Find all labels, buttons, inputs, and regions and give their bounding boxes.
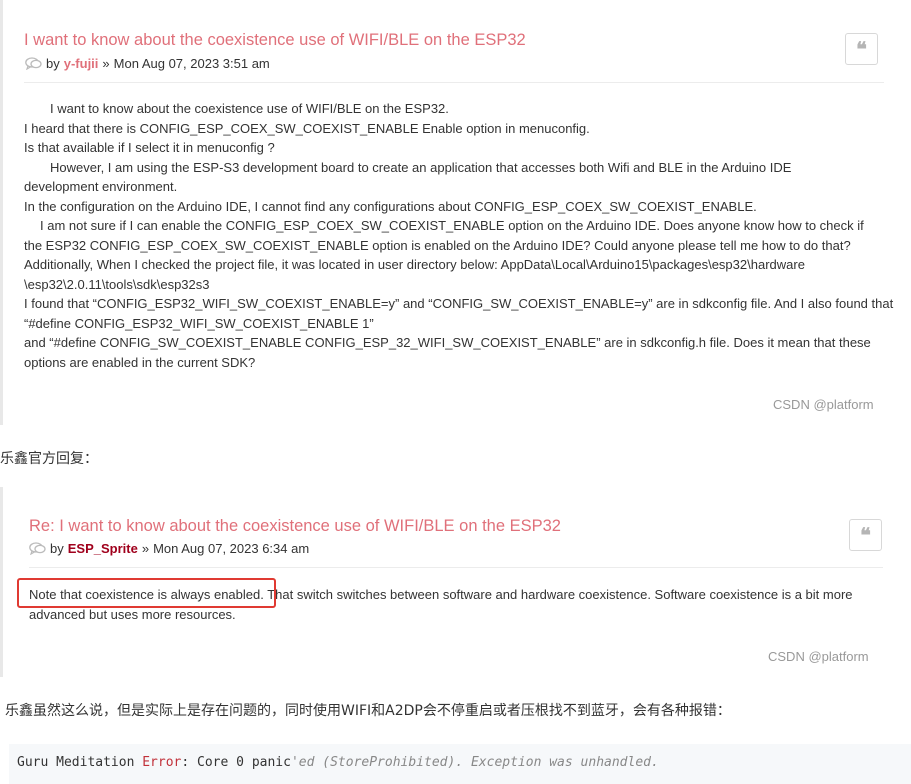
quote-icon: ❝	[860, 523, 871, 547]
author-link[interactable]: y-fujii	[64, 56, 99, 71]
post-meta: by ESP_Sprite » Mon Aug 07, 2023 6:34 am	[29, 541, 309, 556]
body-line: and “#define CONFIG_SW_COEXIST_ENABLE CO…	[24, 335, 871, 350]
body-line: I want to know about the coexistence use…	[50, 101, 449, 116]
post-body: I want to know about the coexistence use…	[24, 99, 894, 372]
body-line: development environment.	[24, 179, 178, 194]
quote-button[interactable]: ❝	[849, 519, 882, 551]
code-token-error: Error	[142, 755, 182, 770]
divider	[29, 567, 883, 568]
csdn-watermark: CSDN @platform	[773, 397, 874, 412]
forum-post-original: I want to know about the coexistence use…	[0, 0, 911, 425]
author-comment: 乐鑫虽然这么说，但是实际上是存在问题的，同时使用WIFI和A2DP会不停重启或者…	[5, 703, 731, 719]
divider	[24, 82, 884, 83]
red-highlight-box	[17, 578, 276, 608]
post-date: Mon Aug 07, 2023 6:34 am	[153, 541, 310, 556]
body-line: I found that “CONFIG_ESP32_WIFI_SW_COEXI…	[24, 296, 894, 311]
body-line: Is that available if I select it in menu…	[24, 140, 275, 155]
body-line: I heard that there is CONFIG_ESP_COEX_SW…	[24, 120, 590, 136]
body-line: “#define CONFIG_ESP32_WIFI_SW_COEXIST_EN…	[24, 315, 374, 331]
code-block: Guru Meditation Error: Core 0 panic'ed (…	[9, 744, 911, 784]
body-line: the ESP32 CONFIG_ESP_COEX_SW_COEXIST_ENA…	[24, 237, 851, 253]
comment-bubble-icon	[25, 57, 42, 70]
code-line: Guru Meditation Error: Core 0 panic'ed (…	[17, 755, 659, 770]
body-line: In the configuration on the Arduino IDE,…	[24, 198, 757, 214]
code-token-comment: 'ed (StoreProhibited). Exception was unh…	[290, 755, 659, 770]
separator: »	[102, 56, 110, 71]
body-line: options are enabled in the current SDK?	[24, 354, 256, 370]
by-label: by	[50, 541, 64, 556]
body-line: I am not sure if I can enable the CONFIG…	[40, 218, 864, 233]
body-line: \esp32\2.0.11\tools\sdk\esp32s3	[24, 276, 210, 292]
author-link[interactable]: ESP_Sprite	[68, 541, 138, 556]
body-line: Additionally, When I checked the project…	[24, 257, 805, 272]
reply-intro: 乐鑫官方回复：	[0, 451, 98, 467]
body-line: However, I am using the ESP-S3 developme…	[50, 159, 792, 175]
by-label: by	[46, 56, 60, 71]
code-token: Guru Meditation	[17, 755, 143, 770]
post-title[interactable]: I want to know about the coexistence use…	[24, 31, 526, 50]
comment-bubble-icon	[29, 542, 46, 555]
csdn-watermark: CSDN @platform	[768, 649, 869, 664]
separator: »	[141, 541, 150, 556]
post-meta: by y-fujii » Mon Aug 07, 2023 3:51 am	[25, 56, 270, 71]
code-token: : Core 0 panic	[181, 755, 291, 770]
post-title[interactable]: Re: I want to know about the coexistence…	[29, 517, 561, 536]
quote-button[interactable]: ❝	[845, 33, 878, 65]
quote-icon: ❝	[856, 37, 867, 61]
post-date: Mon Aug 07, 2023 3:51 am	[113, 56, 270, 71]
